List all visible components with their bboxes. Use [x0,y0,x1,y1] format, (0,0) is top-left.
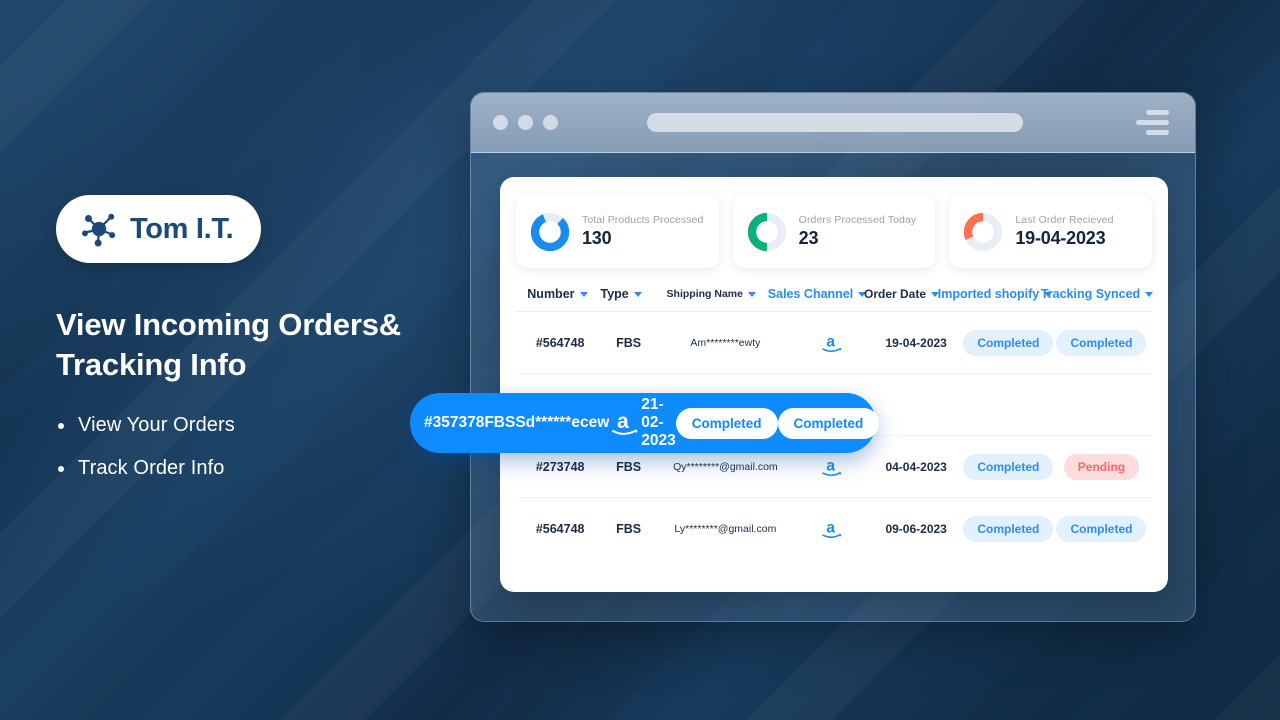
stat-label: Orders Processed Today [798,214,917,226]
cell-type: FBS [616,335,642,350]
cell-number: #273748 [535,459,585,474]
chevron-down-icon [747,291,756,297]
status-badge[interactable]: Completed [963,453,1054,480]
column-label: Number [527,287,575,301]
svg-text:a: a [826,333,835,350]
status-badge[interactable]: Completed [1056,329,1147,356]
column-header-shipping-name[interactable]: Shipping Name [648,288,776,300]
molecule-network-icon [82,213,116,247]
column-label: Type [600,287,629,301]
hamburger-bar-top [1146,110,1169,115]
cell-type: FBS [616,459,642,474]
stat-card-last-order: Last Order Recieved 19-04-2023 [949,195,1153,268]
cell-tracking-synced: Completed [1055,329,1148,356]
cell-number: #564748 [535,335,585,350]
donut-chart-icon [530,212,570,251]
column-header-tracking-synced[interactable]: Tracking Synced [1041,287,1154,301]
cell-order-date: 04-04-2023 [885,459,947,474]
brand-logo: Tom I.T. [56,195,262,263]
amazon-icon: a [612,410,639,435]
amazon-icon: a [822,457,842,476]
donut-chart-icon [964,212,1003,251]
amazon-icon: a [822,519,842,538]
stat-value: 23 [798,228,819,248]
donut-chart-icon [747,212,786,251]
chevron-down-icon [633,291,642,297]
cell-sales-channel: a [794,454,871,480]
cell-shipping-name: Qy********@gmail.com [673,460,778,473]
cell-imported-shopify: Completed [962,516,1055,542]
cell-imported-shopify: Completed [962,329,1055,356]
cell-sales-channel: a [794,516,871,542]
svg-text:a: a [826,457,835,474]
cell-type: FBS [616,522,642,536]
close-dot-icon[interactable] [493,115,508,130]
traffic-light-buttons [493,115,558,130]
svg-text:a: a [826,519,835,536]
cell-sales-channel: a [609,407,641,439]
cell-shipping-name: Ly********@gmail.com [674,523,777,535]
column-header-number[interactable]: Number [520,287,595,301]
cell-order-date: 09-06-2023 [885,522,947,536]
cell-shipping-name: Sd******ecew [515,414,610,431]
status-badge[interactable]: Completed [777,407,880,439]
stat-value: 130 [582,228,612,248]
column-label: Shipping Name [666,288,743,300]
column-label: Sales Channel [767,287,854,301]
column-label: Order Date [863,287,927,301]
hamburger-bar-middle [1136,120,1169,125]
hamburger-menu-icon[interactable] [1136,110,1169,135]
stat-card-total-products: Total Products Processed 130 [516,195,719,268]
browser-chrome [471,93,1195,153]
stat-card-orders-today: Orders Processed Today 23 [732,195,936,268]
promo-headline: View Incoming Orders& Tracking Info [56,307,401,383]
column-header-type[interactable]: Type [595,287,648,301]
stats-row: Total Products Processed 130 Orders Proc… [516,195,1153,268]
stat-value: 19-04-2023 [1015,228,1106,248]
table-row[interactable]: #564748 FBS Am********ewty a 19-04-2023 … [516,312,1152,374]
status-badge[interactable]: Completed [963,329,1054,356]
list-item: Track Order Info [56,457,456,480]
column-header-sales-channel[interactable]: Sales Channel [768,287,867,301]
cell-tracking-synced: Pending [1055,453,1148,480]
table-row-selected[interactable]: #357378 FBS Sd******ecew a 21-02-2023 Co… [410,393,880,453]
chevron-down-icon [1145,291,1154,297]
column-label: Imported shopify [937,287,1040,301]
address-bar[interactable] [647,113,1023,132]
maximize-dot-icon[interactable] [543,115,558,130]
stat-label: Last Order Recieved [1015,214,1114,226]
list-item: View Your Orders [56,414,456,437]
minimize-dot-icon[interactable] [518,115,533,130]
cell-shipping-name: Am********ewty [690,336,761,349]
status-badge[interactable]: Pending [1063,453,1140,480]
table-column-headers: Number Type Shipping Name Sales Channel … [516,287,1154,312]
cell-tracking-synced: Completed [777,407,880,439]
stat-label: Total Products Processed [582,214,704,226]
promo-panel: Tom I.T. View Incoming Orders& Tracking … [56,195,456,500]
column-header-order-date[interactable]: Order Date [859,287,944,301]
status-badge[interactable]: Completed [963,516,1054,542]
cell-number: #564748 [535,522,585,536]
promo-feature-list: View Your Orders Track Order Info [56,414,456,480]
cell-type: FBS [484,414,516,431]
cell-order-date: 19-04-2023 [885,335,947,350]
table-row[interactable]: #564748 FBS Ly********@gmail.com a 09-06… [516,498,1152,560]
cell-imported-shopify: Completed [962,453,1055,480]
cell-order-date: 21-02-2023 [641,396,676,449]
cell-sales-channel: a [794,330,871,356]
status-badge[interactable]: Completed [675,407,778,439]
svg-text:a: a [617,410,629,433]
column-header-imported-shopify[interactable]: Imported shopify [938,287,1053,301]
cell-number: #357378 [424,414,485,431]
chevron-down-icon [579,291,588,297]
cell-tracking-synced: Completed [1055,516,1148,542]
orders-dashboard: Total Products Processed 130 Orders Proc… [500,177,1168,592]
column-label: Tracking Synced [1040,287,1141,301]
cell-imported-shopify: Completed [675,407,778,439]
amazon-icon: a [822,333,842,352]
brand-name: Tom I.T. [130,212,234,245]
hamburger-bar-bottom [1146,130,1169,135]
status-badge[interactable]: Completed [1056,516,1147,542]
